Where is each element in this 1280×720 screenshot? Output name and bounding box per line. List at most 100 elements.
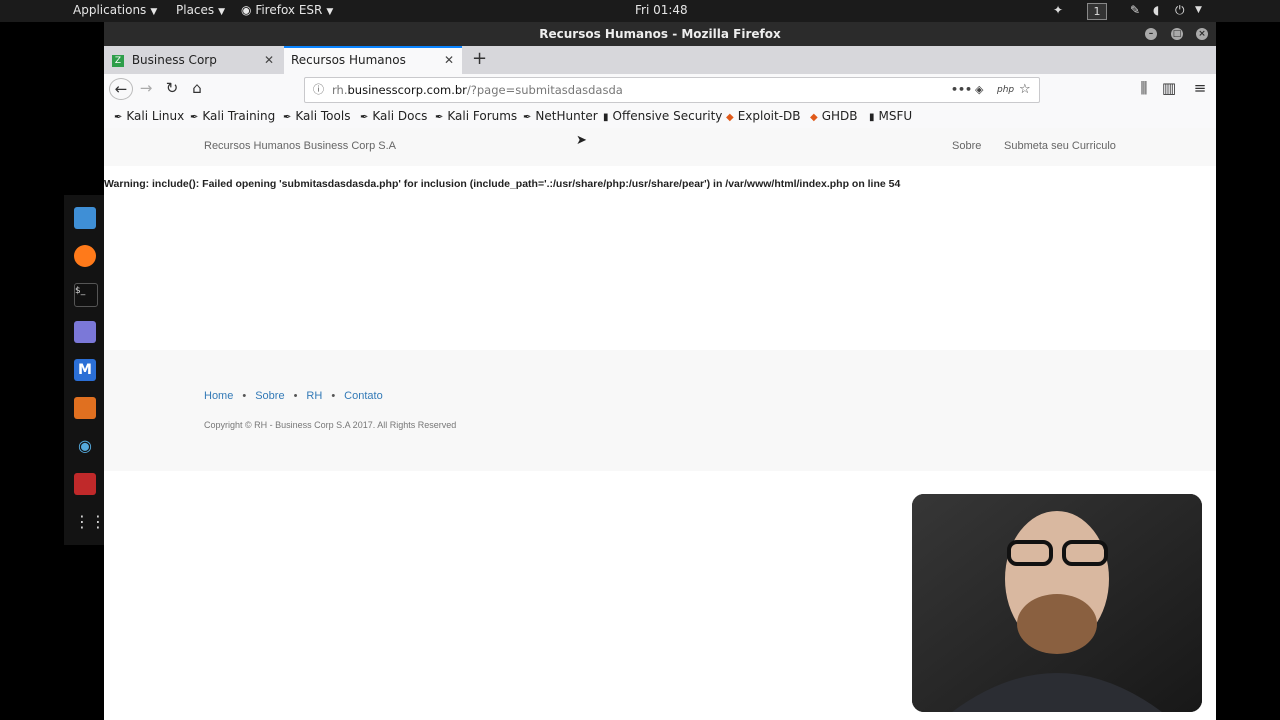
app-grid-icon[interactable]: ⋮⋮⋮ bbox=[74, 511, 122, 533]
home-icon[interactable]: ⌂ bbox=[186, 79, 208, 97]
bookmark-kali-training[interactable]: ✒ Kali Training bbox=[190, 109, 275, 123]
kali-icon: ✒ bbox=[114, 112, 123, 123]
workspace-indicator[interactable]: 1 bbox=[1087, 3, 1107, 20]
php-warning-message: Warning: include(): Failed opening 'subm… bbox=[104, 178, 901, 190]
close-tab-icon[interactable]: ✕ bbox=[264, 46, 274, 74]
bookmark-msfu[interactable]: ▮ MSFU bbox=[869, 109, 912, 123]
bookmark-star-icon[interactable]: ☆ bbox=[1019, 78, 1031, 102]
close-tab-icon[interactable]: ✕ bbox=[444, 48, 454, 72]
webcam-video-frame bbox=[912, 494, 1202, 712]
applications-menu[interactable]: Applications ▼ bbox=[73, 3, 157, 17]
footer-link-rh[interactable]: RH bbox=[306, 390, 322, 402]
tab-business-corp[interactable]: Z Business Corp ✕ bbox=[104, 46, 282, 74]
kali-icon: ✒ bbox=[190, 112, 199, 123]
firefox-app-menu[interactable]: ◉ Firefox ESR ▼ bbox=[241, 3, 333, 17]
new-tab-icon[interactable]: + bbox=[472, 46, 487, 72]
text-editor-icon[interactable] bbox=[74, 321, 96, 343]
site-brand[interactable]: Recursos Humanos Business Corp S.A bbox=[204, 140, 396, 152]
nav-link-sobre[interactable]: Sobre bbox=[952, 140, 981, 152]
tab-strip: Z Business Corp ✕ Recursos Humanos ✕ + bbox=[104, 46, 1216, 74]
url-bar[interactable]: ⓘ rh.businesscorp.com.br/?page=submitasd… bbox=[304, 77, 1040, 103]
bookmark-exploit-db[interactable]: ◆ Exploit-DB bbox=[726, 109, 801, 123]
tab-label: Recursos Humanos bbox=[291, 53, 406, 67]
bookmark-label: NetHunter bbox=[535, 109, 598, 123]
separator-dot: • bbox=[293, 390, 298, 402]
bookmark-label: Offensive Security bbox=[612, 109, 723, 123]
kali-icon: ✒ bbox=[435, 112, 444, 123]
bookmark-offensive-security[interactable]: ▮ Offensive Security bbox=[603, 109, 722, 123]
bookmark-kali-forums[interactable]: ✒ Kali Forums bbox=[435, 109, 517, 123]
bookmark-ghdb[interactable]: ◆ GHDB bbox=[810, 109, 858, 123]
nav-link-submeta-curriculo[interactable]: Submeta seu Curriculo bbox=[1004, 140, 1116, 152]
separator-dot: • bbox=[331, 390, 336, 402]
bookmarks-toolbar: ✒ Kali Linux ✒ Kali Training ✒ Kali Tools ✒… bbox=[104, 106, 1216, 129]
url-domain: businesscorp.com.br bbox=[347, 83, 467, 97]
favicon-icon: Z bbox=[112, 54, 124, 67]
metasploit-icon[interactable]: M bbox=[74, 359, 96, 381]
bookmark-label: MSFU bbox=[878, 109, 913, 123]
url-path: /?page=submitasdasdasda bbox=[466, 83, 623, 97]
url-text: rh.businesscorp.com.br/?page=submitasdas… bbox=[332, 78, 623, 102]
sidebar-icon[interactable]: ▥ bbox=[1158, 79, 1180, 97]
footer-links: Home • Sobre • RH • Contato bbox=[204, 390, 383, 402]
chevron-down-icon: ▼ bbox=[326, 7, 334, 17]
window-titlebar: Recursos Humanos - Mozilla Firefox – □ × bbox=[104, 22, 1216, 46]
maximize-icon[interactable]: □ bbox=[1171, 28, 1183, 40]
system-top-bar: Applications ▼ Places ▼ ◉ Firefox ESR ▼ Fri… bbox=[0, 0, 1280, 22]
bookmark-label: Kali Tools bbox=[295, 109, 351, 123]
mouse-cursor-icon: ➤ bbox=[576, 133, 587, 148]
firefox-icon[interactable] bbox=[74, 245, 96, 267]
clock[interactable]: Fri 01:48 bbox=[635, 3, 688, 17]
footer-link-contato[interactable]: Contato bbox=[344, 390, 383, 402]
ghdb-icon: ◆ bbox=[810, 112, 818, 123]
bookmark-kali-linux[interactable]: ✒ Kali Linux bbox=[114, 109, 184, 123]
site-footer: Home • Sobre • RH • Contato Copyright © RH - B… bbox=[104, 350, 1216, 471]
places-menu[interactable]: Places ▼ bbox=[176, 3, 225, 17]
bookmark-kali-docs[interactable]: ✒ Kali Docs bbox=[360, 109, 427, 123]
forward-icon[interactable]: → bbox=[135, 79, 157, 97]
exploit-db-icon: ◆ bbox=[726, 112, 734, 123]
bookmark-label: Kali Forums bbox=[447, 109, 518, 123]
cherrytree-icon[interactable] bbox=[74, 473, 96, 495]
eye-icon[interactable]: ◉ bbox=[74, 435, 96, 457]
apps-tray-icon[interactable]: ✦ bbox=[1053, 3, 1063, 17]
info-icon[interactable]: ⓘ bbox=[313, 78, 324, 102]
chevron-down-icon[interactable]: ▼ bbox=[1195, 5, 1202, 15]
library-icon[interactable]: ⫼ bbox=[1133, 79, 1155, 97]
power-icon[interactable]: ⏻ bbox=[1175, 3, 1185, 18]
volume-icon[interactable]: ◖ bbox=[1153, 3, 1159, 17]
hamburger-menu-icon[interactable]: ≡ bbox=[1189, 79, 1211, 97]
offsec-icon: ▮ bbox=[869, 112, 875, 123]
php-icon[interactable]: php bbox=[997, 78, 1014, 102]
window-title: Recursos Humanos - Mozilla Firefox bbox=[539, 27, 781, 41]
bookmark-nethunter[interactable]: ✒ NetHunter bbox=[523, 109, 598, 123]
navigation-toolbar: ← → ↻ ⌂ ⓘ rh.businesscorp.com.br/?page=s… bbox=[104, 74, 1216, 106]
chevron-down-icon: ▼ bbox=[218, 7, 226, 17]
places-label: Places bbox=[176, 3, 215, 17]
kali-icon: ✒ bbox=[523, 112, 532, 123]
dock: $_ M ◉ ⋮⋮⋮ bbox=[64, 195, 122, 545]
bookmark-label: Kali Training bbox=[202, 109, 276, 123]
burpsuite-icon[interactable] bbox=[74, 397, 96, 419]
url-prefix: rh. bbox=[332, 83, 348, 97]
pen-icon[interactable]: ✎ bbox=[1130, 3, 1140, 17]
bookmark-label: Kali Linux bbox=[126, 109, 185, 123]
footer-link-sobre[interactable]: Sobre bbox=[255, 390, 284, 402]
bookmark-kali-tools[interactable]: ✒ Kali Tools bbox=[283, 109, 350, 123]
applications-label: Applications bbox=[73, 3, 147, 17]
copyright-text: Copyright © RH - Business Corp S.A 2017.… bbox=[204, 420, 457, 430]
terminal-icon[interactable]: $_ bbox=[74, 283, 98, 307]
minimize-icon[interactable]: – bbox=[1145, 28, 1157, 40]
tab-recursos-humanos[interactable]: Recursos Humanos ✕ bbox=[284, 46, 462, 74]
kali-icon: ✒ bbox=[360, 112, 369, 123]
tab-label: Business Corp bbox=[131, 53, 217, 67]
pocket-icon[interactable]: ◈ bbox=[975, 78, 983, 102]
more-actions-icon[interactable]: ••• bbox=[951, 78, 972, 102]
site-navbar: Recursos Humanos Business Corp S.A Sobre… bbox=[104, 128, 1216, 166]
back-icon[interactable]: ← bbox=[109, 78, 133, 100]
reload-icon[interactable]: ↻ bbox=[161, 79, 183, 97]
footer-link-home[interactable]: Home bbox=[204, 390, 233, 402]
presenter-webcam-overlay bbox=[912, 494, 1202, 712]
close-icon[interactable]: × bbox=[1196, 28, 1208, 40]
files-icon[interactable] bbox=[74, 207, 96, 229]
